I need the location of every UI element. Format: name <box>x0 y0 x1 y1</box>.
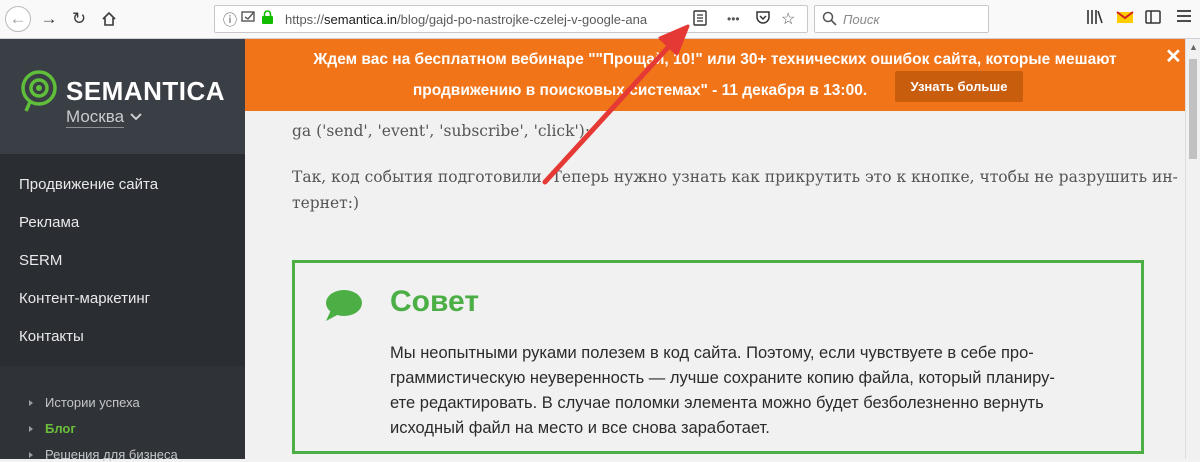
annotation-arrow <box>542 24 690 185</box>
